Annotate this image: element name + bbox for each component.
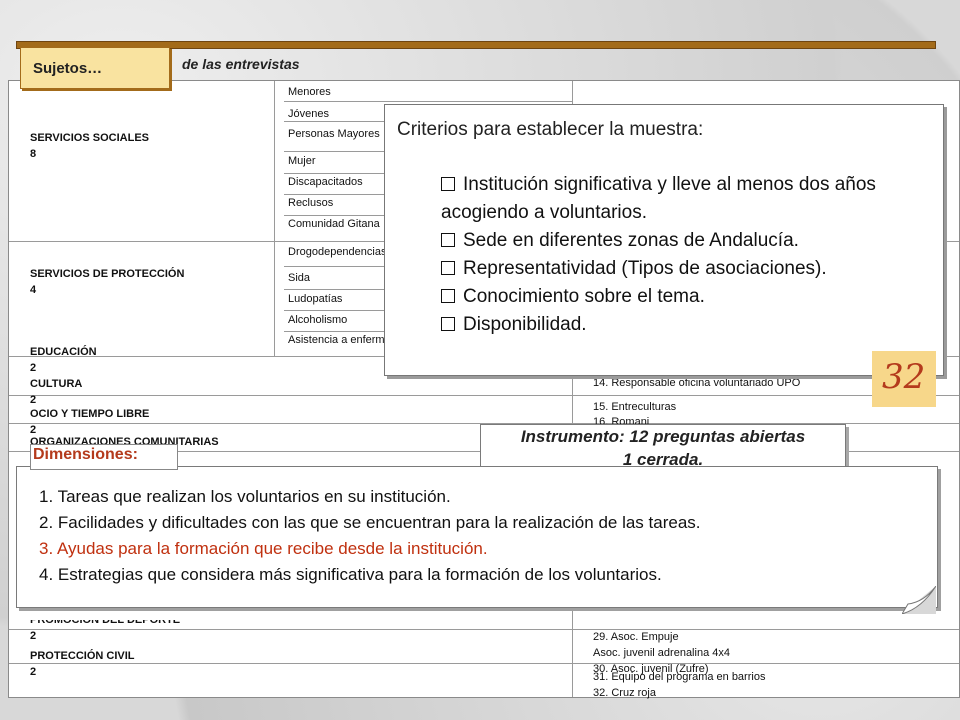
subjects-tab-label: Sujetos… <box>33 60 103 77</box>
dimension-item: 1. Tareas que realizan los voluntarios e… <box>39 487 451 506</box>
subcategory-label: Comunidad Gitana <box>288 218 380 230</box>
category-count: 2 <box>30 424 37 436</box>
dimensions-box: 1. Tareas que realizan los voluntarios e… <box>16 466 938 608</box>
category-count: 8 <box>30 148 37 160</box>
page-number: 32 <box>882 357 926 397</box>
subcategory-label: Ludopatías <box>288 293 343 305</box>
category-count: 2 <box>30 394 37 406</box>
criteria-item-text: Institución significativa y lleve al men… <box>441 174 876 223</box>
page-number-badge: 32 <box>872 351 936 407</box>
dimension-item: 3. Ayudas para la formación que recibe d… <box>39 539 488 558</box>
dimension-item: 4. Estrategias que considera más signifi… <box>39 565 662 584</box>
entity-label: 14. Responsable oficina voluntariado UPO <box>593 377 801 389</box>
criteria-title: Criterios para establecer la muestra: <box>397 119 704 140</box>
checkbox-icon <box>441 261 455 275</box>
checkbox-icon <box>441 233 455 247</box>
subjects-tab: Sujetos… <box>20 47 170 89</box>
entity-label: 15. Entreculturas <box>593 401 677 413</box>
entity-label: Asoc. juvenil adrenalina 4x4 <box>593 647 730 659</box>
subcategory-label: Drogodependencias <box>288 246 387 258</box>
checkbox-icon <box>441 289 455 303</box>
entity-label: 32. Cruz roja <box>593 687 656 699</box>
category-count: 2 <box>30 630 37 642</box>
criteria-item-text: Disponibilidad. <box>463 314 587 335</box>
dimensions-tab: Dimensiones: <box>30 444 178 470</box>
row-divider <box>9 629 959 630</box>
instrument-line1: Instrumento: 12 preguntas abiertas <box>520 427 806 446</box>
category-title: EDUCACIÓN <box>30 346 97 358</box>
criteria-item: Sede en diferentes zonas de Andalucía. <box>441 227 935 255</box>
dimensions-label: Dimensiones: <box>33 446 138 463</box>
criteria-item: Conocimiento sobre el tema. <box>441 283 935 311</box>
subcategory-label: Mujer <box>288 155 316 167</box>
subjects-subtitle: de las entrevistas <box>182 56 300 72</box>
checkbox-icon <box>441 317 455 331</box>
category-title: OCIO Y TIEMPO LIBRE <box>30 408 150 420</box>
entity-label: 29. Asoc. Empuje <box>593 631 679 643</box>
subcategory-label: Asistencia a enfermos <box>288 334 397 346</box>
checkbox-icon <box>441 177 455 191</box>
column-divider <box>274 81 275 356</box>
criteria-item-text: Sede en diferentes zonas de Andalucía. <box>463 230 799 251</box>
subcategory-label: Menores <box>288 86 331 98</box>
criteria-box: Criterios para establecer la muestra: In… <box>384 104 944 376</box>
subcategory-label: Personas Mayores <box>288 128 380 140</box>
criteria-item: Representatividad (Tipos de asociaciones… <box>441 255 935 283</box>
subcategory-label: Jóvenes <box>288 108 329 120</box>
category-title: SERVICIOS DE PROTECCIÓN <box>30 268 185 280</box>
subcategory-label: Reclusos <box>288 197 334 209</box>
criteria-item-text: Representatividad (Tipos de asociaciones… <box>463 258 827 279</box>
criteria-item: Disponibilidad. <box>441 311 935 339</box>
subcategory-label: Alcoholismo <box>288 314 348 326</box>
criteria-item: Institución significativa y lleve al men… <box>441 171 935 227</box>
criteria-list: Institución significativa y lleve al men… <box>441 171 935 339</box>
criteria-item-text: Conocimiento sobre el tema. <box>463 286 705 307</box>
entity-label: 31. Equipo del programa en barrios <box>593 671 766 683</box>
row-divider <box>9 395 959 396</box>
subcategory-label: Sida <box>288 272 311 284</box>
row-divider <box>284 101 572 102</box>
dimension-item: 2. Facilidades y dificultades con las qu… <box>39 513 701 532</box>
category-count: 4 <box>30 284 37 296</box>
subcategory-label: Discapacitados <box>288 176 363 188</box>
category-title: CULTURA <box>30 378 83 390</box>
category-count: 2 <box>30 666 37 678</box>
page-curl-icon <box>902 586 936 614</box>
row-divider <box>9 663 959 664</box>
category-title: SERVICIOS SOCIALES <box>30 132 149 144</box>
category-title: PROTECCIÓN CIVIL <box>30 650 135 662</box>
category-count: 2 <box>30 362 37 374</box>
